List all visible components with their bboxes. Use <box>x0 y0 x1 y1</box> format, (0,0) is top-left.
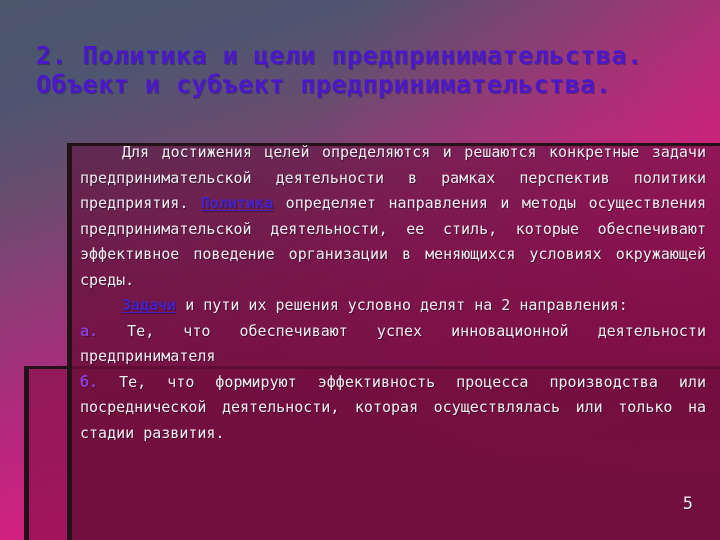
body-paragraph: Для достижения целей определяются и реша… <box>80 140 706 293</box>
list-marker: а. <box>80 321 99 340</box>
body-paragraph: Задачи и пути их решения условно делят н… <box>80 293 706 319</box>
list-marker: б. <box>80 372 99 391</box>
slide-page-number: 5 <box>682 494 693 514</box>
presentation-slide: 2. Политика и цели предпринимательства. … <box>0 0 720 540</box>
body-text-run: Те, что обеспечивают успех инновационной… <box>80 321 706 366</box>
body-text-run: и пути их решения условно делят на 2 нап… <box>176 296 628 314</box>
slide-title: 2. Политика и цели предпринимательства. … <box>36 40 659 99</box>
inline-link[interactable]: Политика <box>201 194 273 212</box>
body-text-run: Те, что формируют эффективность процесса… <box>80 372 706 442</box>
body-paragraph: а. Те, что обеспечивают успех инновацион… <box>80 319 706 370</box>
body-paragraph: б. Те, что формируют эффективность проце… <box>80 370 706 447</box>
inline-link[interactable]: Задачи <box>122 296 176 314</box>
slide-body-text: Для достижения целей определяются и реша… <box>80 140 706 446</box>
